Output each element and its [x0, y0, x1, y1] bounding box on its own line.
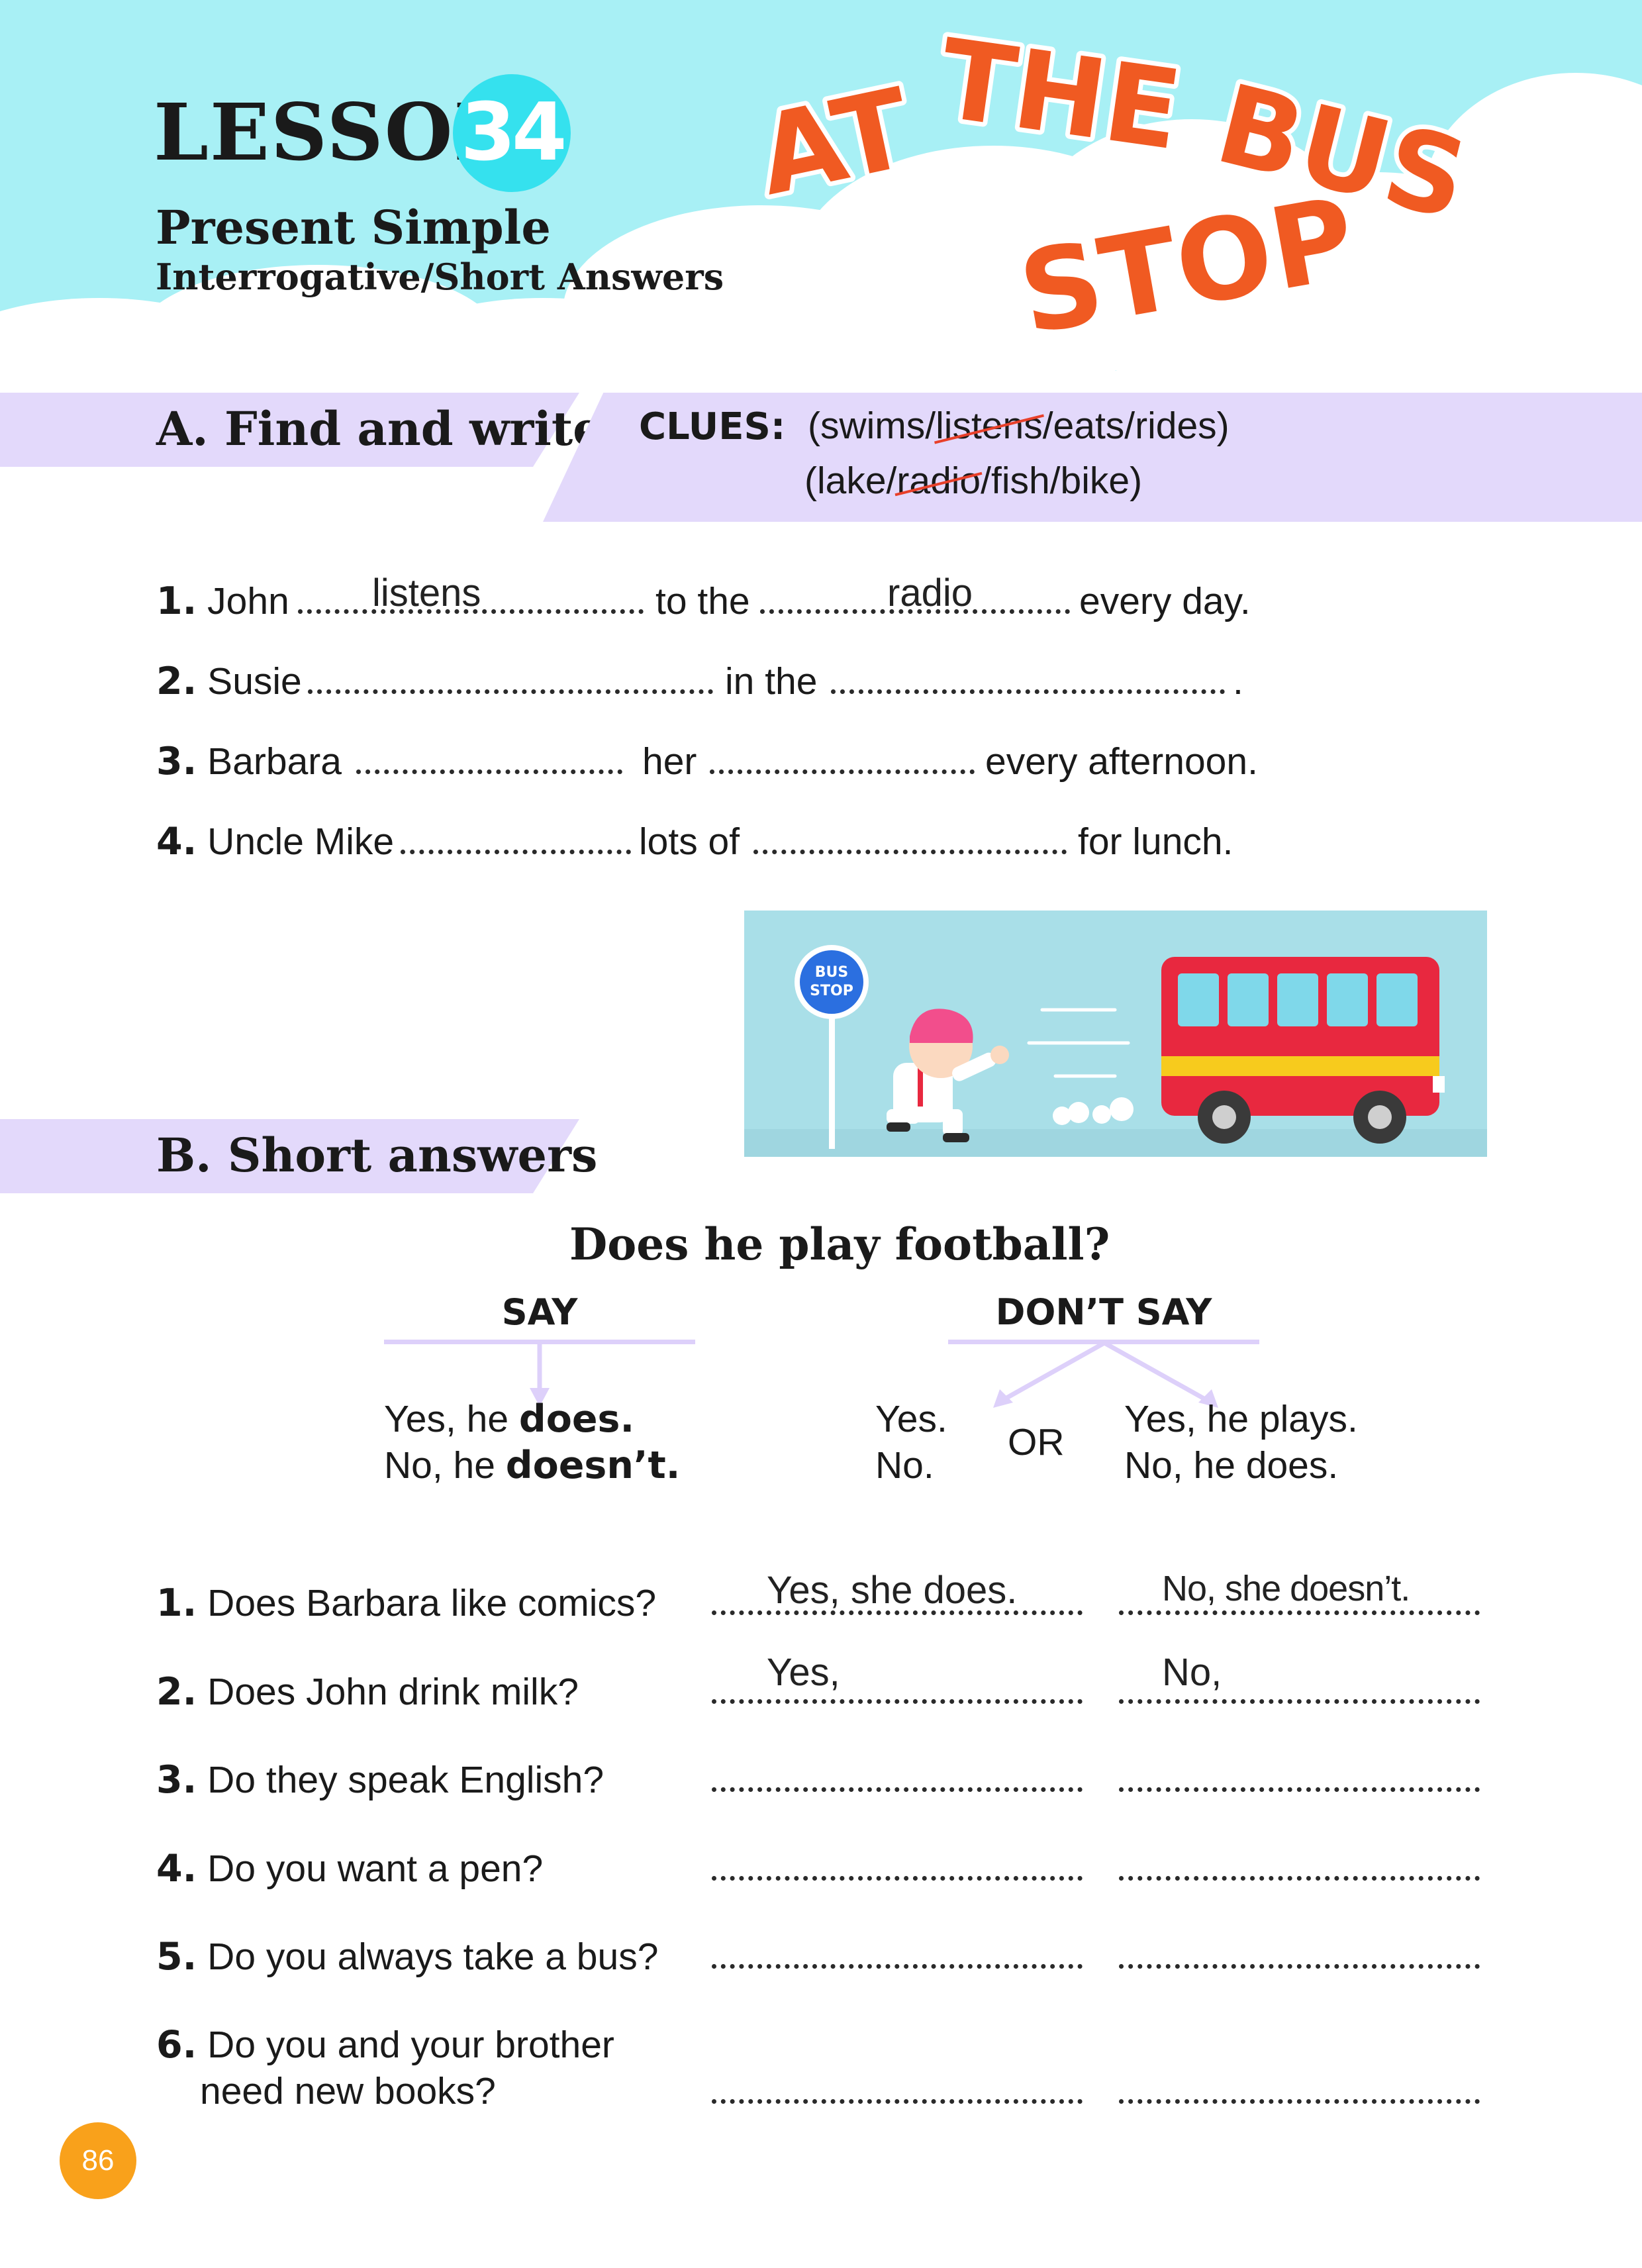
- item-text: John: [207, 580, 289, 622]
- filled-no-answer: No, she doesn’t.: [1162, 1569, 1410, 1608]
- question-text: Do they speak English?: [207, 1759, 604, 1801]
- filled-answer: listens: [372, 571, 481, 615]
- dont-say-long-no: No, he does.: [1124, 1444, 1339, 1487]
- clues-line-2: (lake/radio/fish/bike): [804, 459, 1142, 503]
- say-yes-answer: Yes, he does.: [384, 1397, 634, 1441]
- exercise-a-item-3: 3. Barbara: [156, 740, 342, 783]
- item-text: .: [1233, 660, 1243, 703]
- lesson-number-badge: 34: [453, 74, 571, 192]
- title-word-stop: STOP: [1010, 173, 1364, 358]
- question-number: 3.: [156, 1758, 197, 1802]
- answer-blank[interactable]: [308, 689, 713, 694]
- no-answer-blank[interactable]: [1119, 1699, 1480, 1704]
- no-answer-blank[interactable]: [1119, 2099, 1480, 2104]
- page-number: 86: [60, 2122, 136, 2199]
- question-6: 6. Do you and your brother: [156, 2023, 614, 2067]
- exercise-a-item-1: 1. John: [156, 579, 289, 623]
- no-answer-blank[interactable]: [1119, 1876, 1480, 1881]
- question-3: 3. Do they speak English?: [156, 1758, 604, 1802]
- clues-label: CLUES:: [639, 405, 786, 448]
- question-text: Do you always take a bus?: [207, 1936, 659, 1978]
- answer-text: No, he: [384, 1444, 506, 1487]
- answer-blank[interactable]: [401, 850, 631, 854]
- section-b-title: B. Short answers: [156, 1128, 598, 1183]
- question-text: need new books?: [200, 2070, 496, 2112]
- example-question: Does he play football?: [569, 1218, 1110, 1270]
- filled-answer: radio: [887, 571, 973, 615]
- say-label: SAY: [501, 1291, 578, 1333]
- dont-say-yes: Yes.: [875, 1398, 947, 1440]
- yes-answer-blank[interactable]: [712, 1876, 1083, 1881]
- question-1: 1. Does Barbara like comics?: [156, 1581, 656, 1625]
- item-text: every afternoon.: [985, 740, 1258, 783]
- clue-text: (lake/: [804, 460, 897, 502]
- answer-emphasis: does.: [518, 1397, 635, 1441]
- no-answer-blank[interactable]: [1119, 1610, 1480, 1615]
- filled-yes-answer: Yes, she does.: [767, 1569, 1018, 1612]
- filled-yes-answer: Yes,: [767, 1651, 840, 1694]
- title-word-the: THE: [932, 15, 1188, 175]
- yes-answer-blank[interactable]: [712, 1699, 1083, 1704]
- question-4: 4. Do you want a pen?: [156, 1847, 543, 1891]
- no-answer-blank[interactable]: [1119, 1964, 1480, 1969]
- or-word: OR: [1008, 1421, 1065, 1463]
- answer-blank[interactable]: [753, 850, 1067, 854]
- title-art: AT THE BUS STOP: [743, 11, 1484, 358]
- section-a-title: A. Find and write: [156, 401, 603, 456]
- item-text: every day.: [1079, 580, 1251, 622]
- grammar-title: Present Simple: [156, 200, 551, 255]
- clue-text: /eats/rides): [1042, 405, 1230, 447]
- question-text: Does John drink milk?: [207, 1671, 579, 1713]
- item-number: 3.: [156, 740, 197, 783]
- crossed-out-clue: listens: [936, 405, 1043, 447]
- bus: [1161, 957, 1445, 1144]
- clue-text: (swims/: [808, 405, 936, 447]
- dont-say-label: DON’T SAY: [995, 1291, 1212, 1333]
- say-no-answer: No, he doesn’t.: [384, 1444, 680, 1487]
- answer-text: Yes, he: [384, 1398, 519, 1440]
- item-number: 1.: [156, 579, 197, 623]
- no-answer-blank[interactable]: [1119, 1787, 1480, 1792]
- question-number: 4.: [156, 1847, 197, 1891]
- question-2: 2. Does John drink milk?: [156, 1670, 579, 1714]
- yes-answer-blank[interactable]: [712, 2099, 1083, 2104]
- item-text: to the: [655, 580, 750, 622]
- clues-line-1: (swims/listens/eats/rides): [808, 404, 1230, 448]
- bus-stop-illustration: BUS STOP: [744, 911, 1487, 1157]
- crossed-out-clue: radio: [896, 460, 981, 502]
- exercise-a-item-4: 4. Uncle Mike: [156, 820, 394, 863]
- clue-text: /fish/bike): [981, 460, 1143, 502]
- exercise-a-item-2: 2. Susie: [156, 660, 302, 703]
- item-text: in the: [725, 660, 818, 703]
- item-text: Barbara: [207, 740, 342, 783]
- item-text: for lunch.: [1078, 820, 1233, 863]
- item-text: Uncle Mike: [207, 820, 395, 863]
- question-number: 6.: [156, 2023, 197, 2067]
- item-text: lots of: [639, 820, 740, 863]
- filled-no-answer: No,: [1162, 1651, 1222, 1694]
- dont-say-long-yes: Yes, he plays.: [1124, 1398, 1358, 1440]
- question-text: Does Barbara like comics?: [207, 1582, 657, 1624]
- question-number: 2.: [156, 1670, 197, 1714]
- grammar-subtitle: Interrogative/Short Answers: [156, 256, 724, 298]
- item-text: her: [642, 740, 697, 783]
- answer-blank[interactable]: [831, 689, 1225, 694]
- bus-stop-sign-text: STOP: [810, 983, 853, 999]
- yes-answer-blank[interactable]: [712, 1964, 1083, 1969]
- question-number: 5.: [156, 1935, 197, 1979]
- question-text: Do you and your brother: [207, 2024, 614, 2066]
- title-word-at: AT: [748, 64, 921, 220]
- item-number: 2.: [156, 660, 197, 703]
- question-5: 5. Do you always take a bus?: [156, 1935, 658, 1979]
- item-number: 4.: [156, 820, 197, 863]
- answer-blank[interactable]: [710, 769, 975, 774]
- answer-blank[interactable]: [356, 769, 622, 774]
- yes-answer-blank[interactable]: [712, 1787, 1083, 1792]
- dont-say-no: No.: [875, 1444, 934, 1487]
- question-text: Do you want a pen?: [207, 1848, 544, 1890]
- bus-stop-sign-text: BUS: [815, 964, 848, 981]
- answer-emphasis: doesn’t.: [505, 1444, 681, 1487]
- item-text: Susie: [207, 660, 302, 703]
- question-number: 1.: [156, 1581, 197, 1625]
